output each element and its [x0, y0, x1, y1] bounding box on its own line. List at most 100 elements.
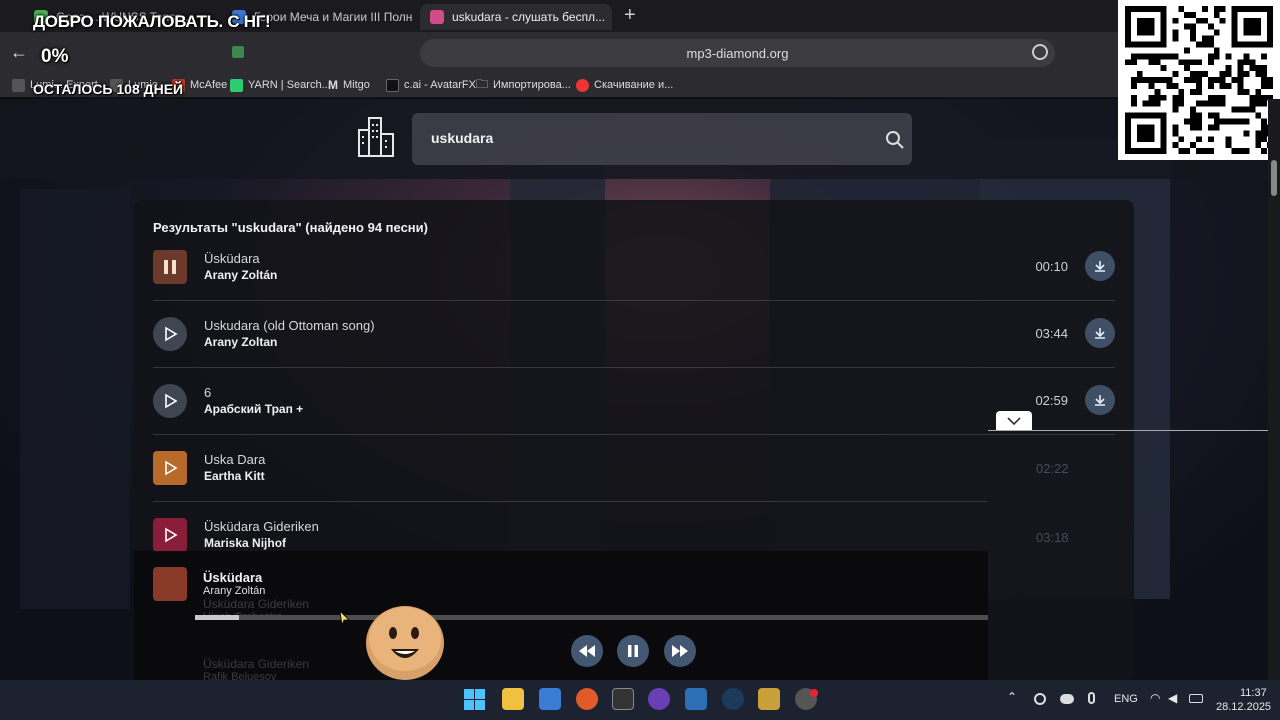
cloud-icon[interactable]: [1060, 694, 1074, 704]
site-shield-icon: [232, 46, 244, 58]
bookmark-label: Скачивание и...: [594, 79, 674, 91]
file-explorer-icon[interactable]: [502, 688, 524, 710]
url-field[interactable]: mp3-diamond.org: [420, 39, 1055, 67]
search-icon[interactable]: [885, 130, 905, 155]
bookmark-label: YARN | Search...: [248, 79, 331, 91]
smiley-face-sticker: [365, 605, 445, 681]
list-item[interactable]: Uska Dara Eartha Kitt: [153, 435, 987, 502]
bookmark-icon: [12, 78, 25, 92]
fast-forward-icon: [672, 645, 688, 657]
progress-fill: [195, 615, 239, 620]
city-logo-icon[interactable]: [357, 116, 395, 158]
scrollbar-thumb[interactable]: [1271, 160, 1277, 196]
pinterest-icon: [576, 78, 589, 92]
tab-3-active[interactable]: uskudara - слушать беспл... ✕: [420, 4, 612, 30]
wifi-icon[interactable]: ◠: [1150, 691, 1160, 705]
folder-icon: 🗀: [476, 76, 489, 91]
tab-favicon: [430, 10, 444, 24]
divider: [988, 430, 1268, 431]
bookmark-folder-imported[interactable]: 🗀 Импортирова...: [476, 76, 571, 94]
mouse-cursor-icon: [339, 609, 350, 630]
list-item[interactable]: Üsküdara Arany Zoltán 00:10: [153, 234, 1115, 301]
play-icon[interactable]: [153, 451, 187, 485]
bookmark-yarn[interactable]: YARN | Search...: [230, 76, 331, 94]
terminal-icon[interactable]: [612, 688, 634, 710]
windows-start-icon[interactable]: [464, 689, 485, 710]
background-building: [20, 189, 130, 609]
track-duration: 02:59: [1035, 393, 1068, 408]
bookmark-download[interactable]: Скачивание и...: [576, 76, 673, 94]
download-icon: [1095, 328, 1105, 339]
battery-icon[interactable]: [1189, 694, 1203, 703]
progress-bar[interactable]: [195, 615, 988, 620]
play-icon[interactable]: [153, 384, 187, 418]
bookmark-label: McAfee: [190, 79, 228, 91]
chat-icon[interactable]: [1032, 44, 1048, 60]
welcome-overlay: ДОБРО ПОЖАЛОВАТЬ. С НГ!: [33, 12, 271, 31]
mitgo-icon: M: [328, 78, 338, 92]
back-arrow-icon[interactable]: ←: [10, 42, 28, 63]
pause-button[interactable]: [617, 635, 649, 667]
tab-label: Герои Меча и Магии III Полное с...: [254, 10, 412, 24]
rewind-icon: [579, 645, 595, 657]
qr-code: [1118, 0, 1280, 160]
store-icon[interactable]: [539, 688, 561, 710]
hidden-row-title: Üsküdara Gideriken: [203, 657, 310, 671]
track-title: 6: [204, 385, 212, 400]
track-duration-dimmed: 02:22: [1036, 461, 1069, 476]
track-artist: Arany Zoltán: [204, 268, 278, 282]
track-title: Üsküdara: [204, 251, 260, 266]
media-player-icon[interactable]: [648, 688, 670, 710]
sync-icon[interactable]: [1034, 693, 1046, 705]
bookmark-label: c.ai - AvatarFX: [404, 79, 476, 91]
player-artist: Arany Zoltán: [203, 585, 266, 597]
track-artist: Arany Zoltan: [204, 335, 278, 349]
player-title: Üsküdara: [203, 570, 263, 585]
steam-icon[interactable]: [722, 688, 744, 710]
bookmark-cai[interactable]: c.ai - AvatarFX: [386, 76, 476, 94]
play-icon[interactable]: [153, 317, 187, 351]
bookmark-mitgo[interactable]: M Mitgo: [328, 76, 370, 94]
track-title: Uska Dara: [204, 452, 266, 467]
collapse-player-button[interactable]: [996, 411, 1032, 431]
download-icon: [1095, 261, 1105, 272]
app-icon[interactable]: [685, 688, 707, 710]
browser-app-icon[interactable]: [576, 688, 598, 710]
app-icon[interactable]: [758, 688, 780, 710]
hidden-row-title: Üsküdara Gideriken: [203, 597, 310, 611]
clock-time[interactable]: 11:37: [1240, 687, 1267, 699]
tab-label: uskudara - слушать беспл...: [452, 10, 606, 24]
percent-overlay: 0%: [41, 46, 69, 67]
track-duration-dimmed: 03:18: [1036, 530, 1069, 545]
track-artist: Mariska Nijhof: [204, 536, 287, 550]
track-duration: 00:10: [1035, 259, 1068, 274]
clock-date[interactable]: 28.12.2025: [1216, 701, 1271, 713]
language-indicator[interactable]: ENG: [1114, 693, 1138, 705]
days-left-overlay: ОСТАЛОСЬ 108 ДНЕЙ: [33, 81, 184, 97]
track-artist: Арабский Трап +: [204, 402, 304, 416]
new-tab-button[interactable]: +: [624, 4, 636, 27]
chevron-down-icon: [1007, 417, 1021, 425]
album-cover: [153, 567, 187, 601]
list-item[interactable]: 6 Арабский Трап + 02:59: [153, 368, 1115, 435]
track-title: Uskudara (old Ottoman song): [204, 318, 375, 333]
yarn-icon: [230, 78, 243, 92]
track-duration: 03:44: [1035, 326, 1068, 341]
volume-icon[interactable]: ◀: [1168, 691, 1177, 705]
pause-icon: [628, 645, 638, 657]
chevron-up-icon[interactable]: ⌃: [1007, 690, 1017, 704]
track-title: Üsküdara Gideriken: [204, 519, 319, 534]
rewind-button[interactable]: [571, 635, 603, 667]
download-button[interactable]: [1085, 251, 1115, 281]
pause-icon[interactable]: [153, 250, 187, 284]
download-button[interactable]: [1085, 385, 1115, 415]
bookmark-label: Импортирова...: [493, 79, 571, 91]
url-text: mp3-diamond.org: [686, 45, 789, 61]
play-icon[interactable]: [153, 518, 187, 552]
download-button[interactable]: [1085, 318, 1115, 348]
search-query: uskudara: [431, 130, 494, 146]
download-icon: [1095, 395, 1105, 406]
list-item[interactable]: Uskudara (old Ottoman song) Arany Zoltan…: [153, 301, 1115, 368]
microphone-icon[interactable]: [1088, 692, 1095, 704]
fast-forward-button[interactable]: [664, 635, 696, 667]
